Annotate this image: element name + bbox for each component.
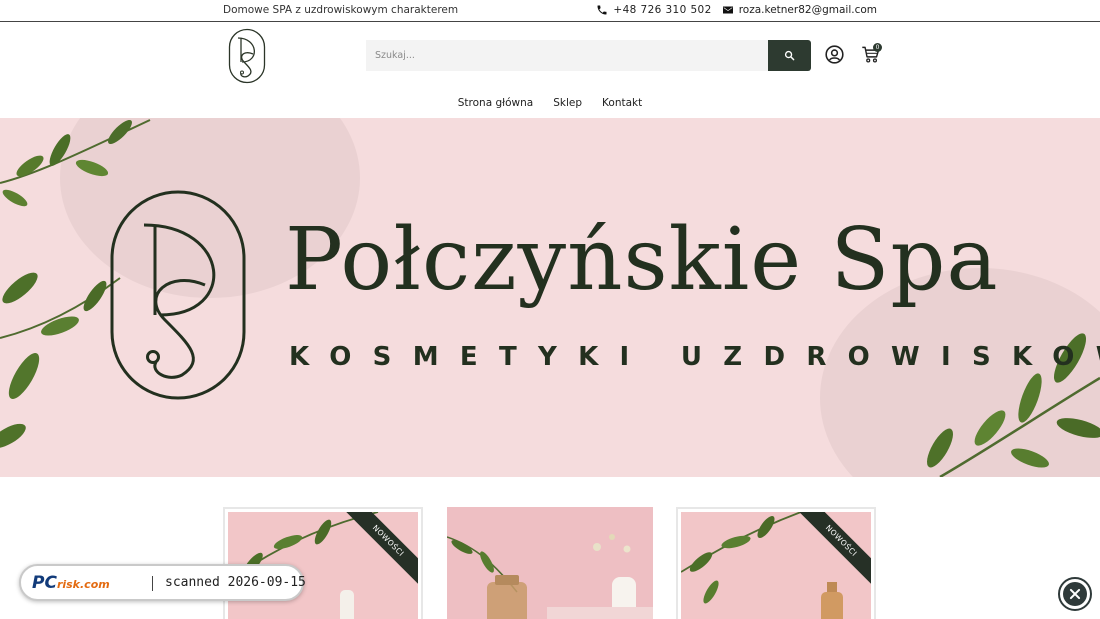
main-nav: Strona główna Sklep Kontakt xyxy=(0,97,1100,117)
scan-watermark: PCrisk.com scanned 2026-09-15 xyxy=(19,564,306,601)
account-icon[interactable] xyxy=(825,45,844,64)
contact-info: +48 726 310 502 roza.ketner82@gmail.com xyxy=(596,4,877,16)
nav-item-home[interactable]: Strona główna xyxy=(458,97,533,117)
nav-item-contact[interactable]: Kontakt xyxy=(602,97,642,117)
cart-count-badge: 0 xyxy=(873,43,882,52)
top-bar: Domowe SPA z uzdrowiskowym charakterem +… xyxy=(0,0,1100,22)
close-overlay-button[interactable] xyxy=(1058,577,1092,611)
watermark-logo: PCrisk.com xyxy=(32,573,110,593)
product-image xyxy=(447,507,653,619)
leaves-decoration xyxy=(681,512,843,619)
phone-number[interactable]: +48 726 310 502 xyxy=(613,4,711,16)
hero-title: Połczyńskie Spa xyxy=(285,210,999,310)
site-header: 0 Strona główna Sklep Kontakt xyxy=(0,23,1100,118)
close-icon xyxy=(1069,588,1081,600)
product-card[interactable] xyxy=(447,507,653,619)
email-address[interactable]: roza.ketner82@gmail.com xyxy=(739,4,877,16)
search-button[interactable] xyxy=(768,40,811,71)
envelope-icon xyxy=(722,4,734,16)
search-input[interactable] xyxy=(366,40,768,71)
phone-icon xyxy=(596,4,608,16)
product-card[interactable]: NOWOŚCI xyxy=(223,507,423,619)
spa-jars-decoration xyxy=(447,534,653,619)
watermark-brand-suffix: risk.com xyxy=(56,578,110,591)
site-logo[interactable] xyxy=(228,28,266,84)
nav-item-shop[interactable]: Sklep xyxy=(553,97,582,117)
watermark-scan-date: scanned 2026-09-15 xyxy=(165,575,306,590)
hero-logo-mark xyxy=(110,190,246,400)
search-icon xyxy=(784,50,795,61)
watermark-brand: PC xyxy=(32,573,57,593)
product-image: NOWOŚCI xyxy=(681,512,871,619)
tagline: Domowe SPA z uzdrowiskowym charakterem xyxy=(223,4,459,16)
hero-banner: Połczyńskie Spa KOSMETYKI UZDROWISKOWE xyxy=(0,118,1100,477)
hero-subtitle: KOSMETYKI UZDROWISKOWE xyxy=(289,342,1100,372)
product-card[interactable]: NOWOŚCI xyxy=(676,507,876,619)
watermark-divider xyxy=(152,576,153,591)
